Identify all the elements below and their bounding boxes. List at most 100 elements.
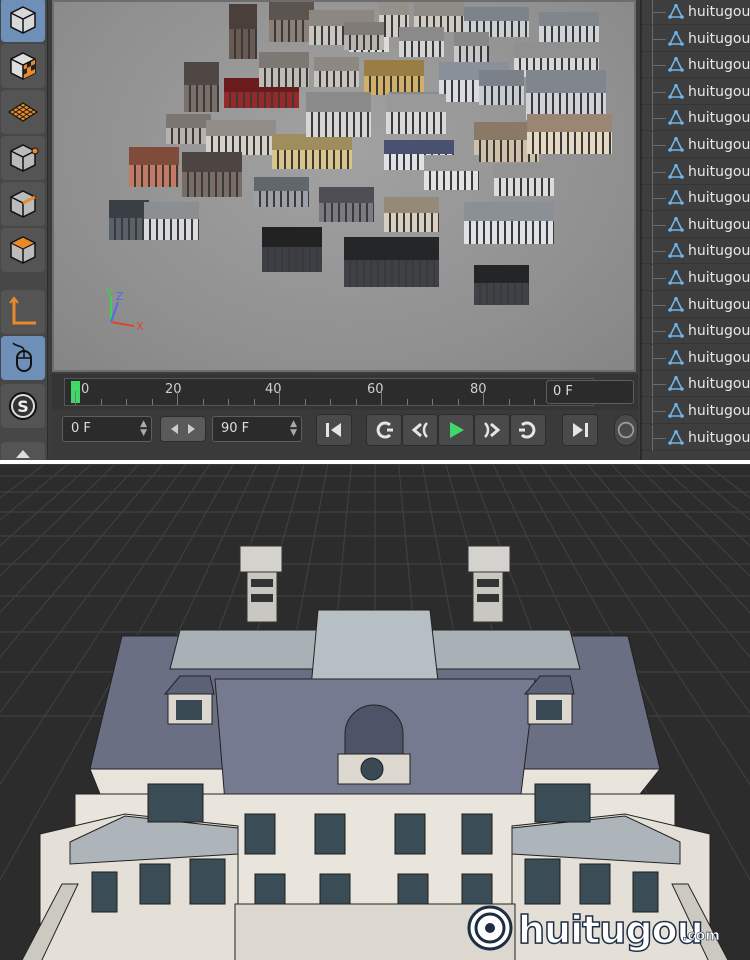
tree-branch — [652, 357, 666, 359]
object-label: huitugou — [688, 403, 750, 419]
object-row[interactable]: huitugou — [642, 424, 750, 451]
timeline-tick — [100, 399, 102, 405]
building-model[interactable] — [229, 4, 257, 59]
object-row[interactable]: huitugou — [642, 398, 750, 424]
mouse-icon — [12, 342, 32, 372]
go-to-end-button[interactable] — [562, 414, 598, 446]
next-key-button[interactable] — [510, 414, 546, 446]
null-object-icon — [668, 57, 684, 72]
axis-mode-button[interactable] — [1, 290, 45, 334]
object-row[interactable]: huitugou — [642, 25, 750, 52]
object-row[interactable]: huitugou — [642, 132, 750, 158]
3d-viewport[interactable]: Y Z X — [52, 0, 636, 372]
range-arrows-button[interactable] — [160, 416, 206, 442]
building-model[interactable] — [269, 2, 314, 42]
play-button[interactable] — [438, 414, 474, 446]
go-to-start-button[interactable] — [316, 414, 352, 446]
building-model[interactable] — [399, 27, 444, 57]
timeline-tick — [406, 399, 408, 405]
tick-label: 0 — [81, 382, 90, 397]
object-row[interactable]: huitugou — [642, 265, 750, 291]
building-model[interactable] — [479, 70, 524, 105]
building-model[interactable] — [144, 202, 199, 240]
building-facade — [479, 86, 524, 105]
building-facade — [254, 191, 309, 207]
building-model[interactable] — [454, 32, 489, 62]
object-row[interactable]: huitugou — [642, 78, 750, 105]
building-model[interactable] — [206, 120, 276, 155]
object-row[interactable]: huitugou — [642, 211, 750, 238]
axis-x-line — [110, 321, 135, 327]
building-model[interactable] — [262, 227, 322, 272]
building-facade — [386, 112, 446, 134]
texture-tool-button[interactable] — [1, 44, 45, 88]
building-model[interactable] — [344, 237, 439, 287]
building-model[interactable] — [254, 177, 309, 207]
building-model[interactable] — [272, 134, 352, 169]
building-model[interactable] — [386, 94, 446, 134]
building-model[interactable] — [526, 70, 606, 120]
stepper-icon[interactable]: ▲ ▼ — [290, 420, 297, 438]
building-model[interactable] — [319, 187, 374, 222]
object-label: huitugou — [688, 216, 750, 233]
polygons-mode-button[interactable] — [1, 228, 45, 272]
tweak-mode-button[interactable] — [1, 336, 45, 380]
building-model[interactable] — [344, 22, 384, 50]
object-row[interactable]: huitugou — [642, 0, 750, 25]
building-model[interactable] — [184, 62, 219, 112]
object-row[interactable]: huitugou — [642, 238, 750, 265]
object-row[interactable]: huitugou — [642, 344, 750, 371]
current-frame-field[interactable]: 0 F — [546, 380, 634, 404]
step-back-button[interactable] — [402, 414, 438, 446]
building-model[interactable] — [424, 155, 479, 190]
null-object-icon — [668, 270, 684, 285]
end-frame-field[interactable]: 90 F ▲ ▼ — [212, 416, 302, 442]
object-row[interactable]: huitugou — [642, 185, 750, 212]
building-model[interactable] — [384, 197, 439, 232]
edges-mode-button[interactable] — [1, 182, 45, 226]
null-object-icon — [668, 349, 684, 365]
building-model[interactable] — [464, 202, 554, 244]
building-model[interactable] — [364, 60, 424, 95]
building-roof — [386, 94, 446, 112]
previous-key-button[interactable] — [366, 414, 402, 446]
building-model[interactable] — [109, 200, 149, 240]
null-object-icon — [668, 376, 684, 392]
building-model[interactable] — [474, 265, 529, 305]
object-row[interactable]: huitugou — [642, 371, 750, 398]
window — [91, 871, 118, 913]
null-object-icon — [668, 243, 684, 259]
null-object-icon — [668, 163, 684, 179]
building-model[interactable] — [166, 114, 211, 144]
building-model[interactable] — [527, 114, 612, 154]
snap-button[interactable]: S — [1, 384, 45, 428]
object-row[interactable]: huitugou — [642, 52, 750, 79]
object-row[interactable]: huitugou — [642, 318, 750, 345]
stepper-icon[interactable]: ▲ ▼ — [140, 420, 147, 438]
viewport-canvas[interactable]: Y Z X — [54, 2, 634, 370]
points-mode-button[interactable] — [1, 136, 45, 180]
building-model[interactable] — [306, 92, 371, 137]
more-tools-button[interactable] — [1, 442, 45, 462]
timeline-ruler[interactable]: 0 20 40 60 80 — [64, 378, 594, 406]
building-facade — [344, 35, 384, 50]
null-object-icon — [668, 83, 684, 99]
cube-tool-button[interactable] — [1, 0, 45, 42]
building-model[interactable] — [259, 52, 309, 87]
building-model[interactable] — [182, 152, 242, 197]
object-row[interactable]: huitugou — [642, 291, 750, 318]
tree-branch — [652, 224, 666, 226]
start-frame-field[interactable]: 0 F ▲ ▼ — [62, 416, 152, 442]
plane-tool-button[interactable] — [1, 90, 45, 134]
building-facade — [314, 71, 359, 87]
building-model[interactable] — [539, 12, 599, 42]
building-roof — [254, 177, 309, 191]
building-model[interactable] — [494, 164, 554, 196]
step-forward-button[interactable] — [474, 414, 510, 446]
building-model[interactable] — [129, 147, 179, 187]
record-button[interactable] — [614, 414, 638, 446]
object-row[interactable]: huitugou — [642, 105, 750, 132]
building-model[interactable] — [314, 57, 359, 87]
timeline-tick — [381, 391, 382, 405]
object-row[interactable]: huitugou — [642, 158, 750, 185]
